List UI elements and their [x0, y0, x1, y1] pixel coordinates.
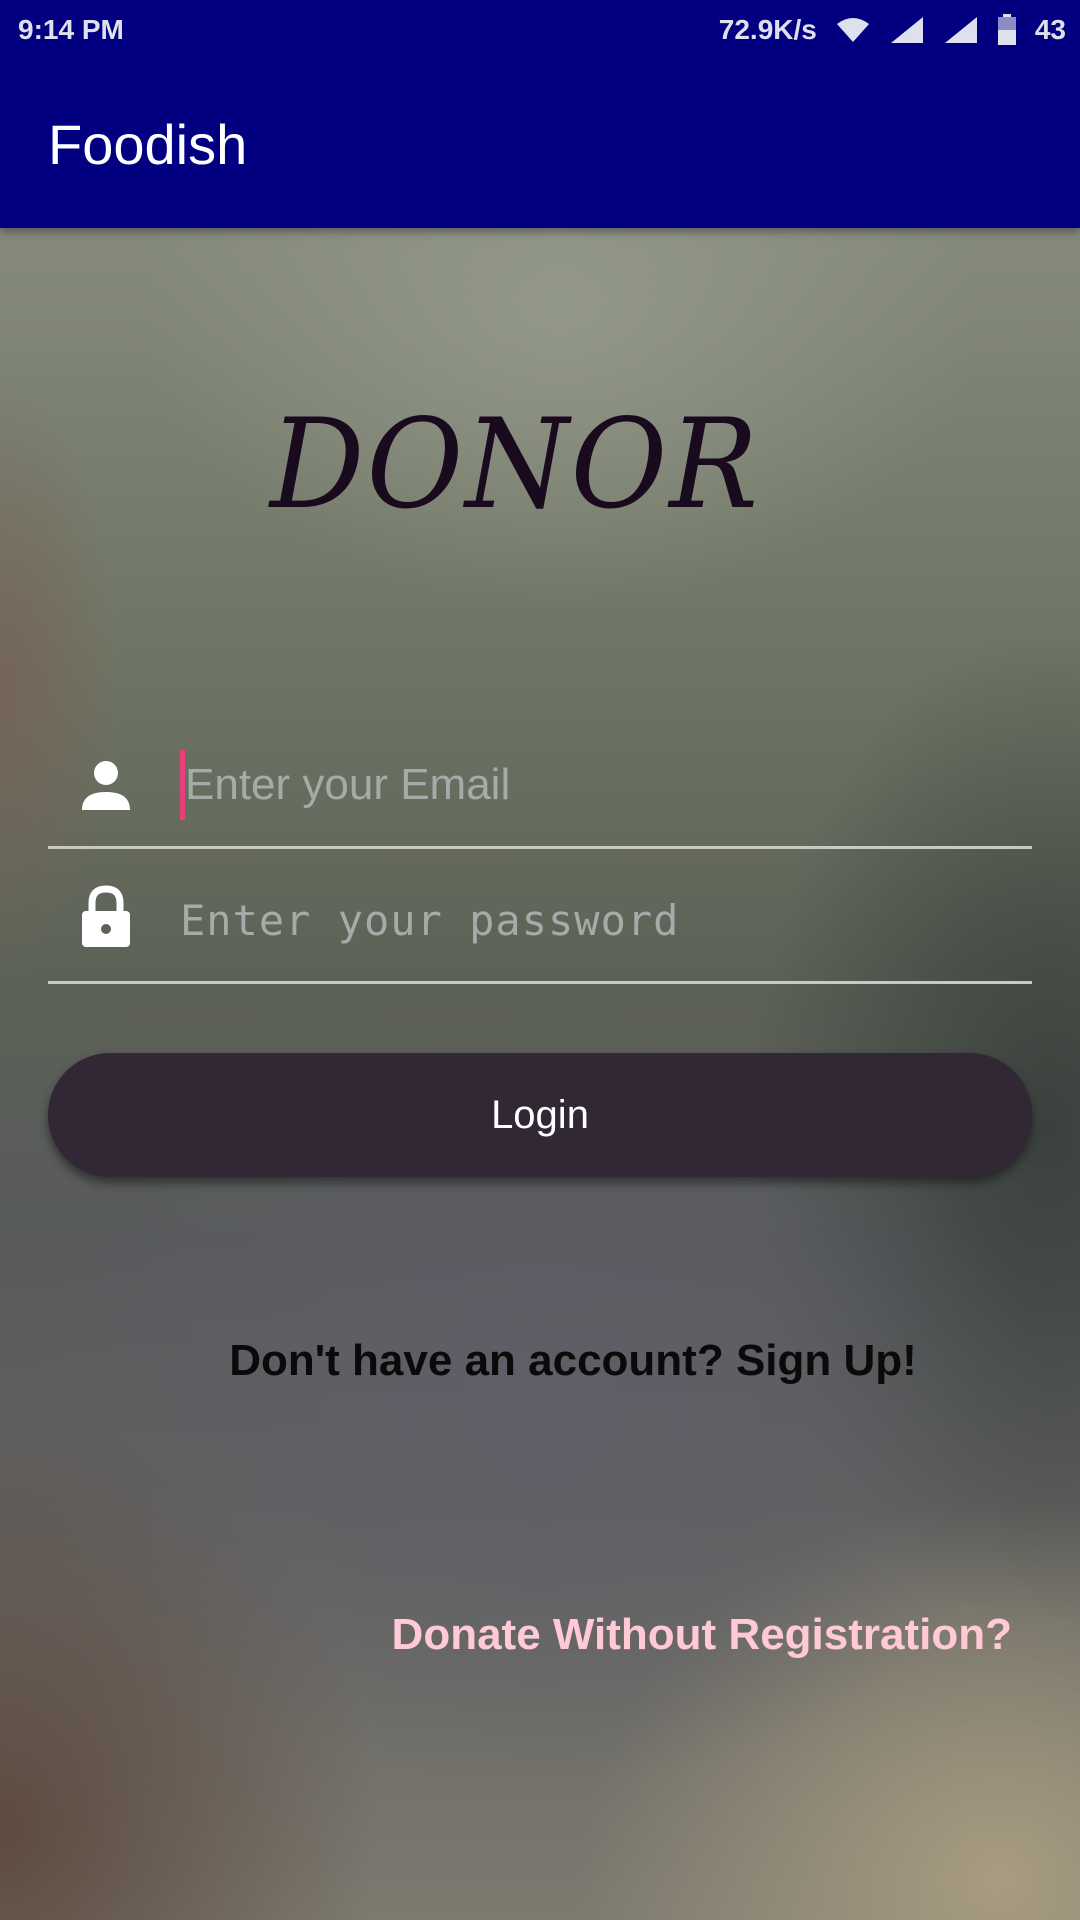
lock-icon [82, 885, 130, 947]
status-time: 9:14 PM [18, 14, 124, 45]
status-indicators: 72.9K/s 43 [719, 14, 1066, 46]
password-input[interactable] [180, 885, 1000, 955]
person-icon [82, 761, 130, 810]
login-button[interactable]: Login [48, 1053, 1032, 1177]
battery-level: 43 [1034, 14, 1066, 45]
page-heading: DONOR [269, 391, 761, 537]
battery-icon [997, 14, 1016, 45]
login-screen: 9:14 PM 72.9K/s 43 Foodish DONOR Enter y… [0, 0, 1080, 1920]
status-bar: 9:14 PM 72.9K/s 43 [0, 0, 1080, 62]
password-field [48, 855, 1032, 984]
email-field [48, 720, 1032, 849]
email-input[interactable] [180, 750, 1005, 820]
network-speed: 72.9K/s [718, 14, 817, 45]
app-bar: Foodish [0, 62, 1080, 228]
app-title: Foodish [48, 113, 248, 176]
donate-without-registration-link[interactable]: Donate Without Registration? [392, 1610, 1012, 1660]
wifi-icon [836, 18, 869, 42]
signup-link[interactable]: Don't have an account? Sign Up! [0, 1336, 1080, 1386]
signal-icon [944, 17, 977, 43]
signal-icon [890, 17, 923, 43]
